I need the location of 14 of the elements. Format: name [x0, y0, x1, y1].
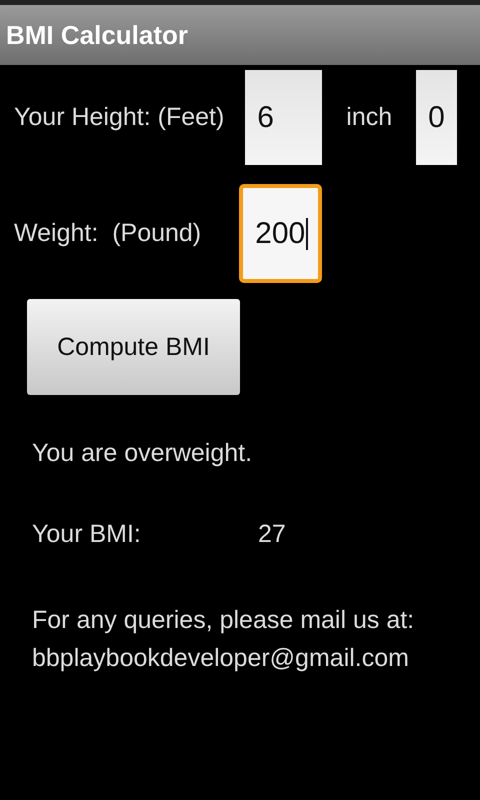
text-cursor-icon	[306, 218, 308, 250]
inch-label: inch	[346, 103, 392, 132]
input-field[interactable]: 200	[239, 184, 322, 283]
input-field[interactable]: 6	[245, 70, 322, 165]
bmi-label: Your BMI:	[32, 520, 142, 549]
weight-label: Weight: (Pound)	[14, 219, 202, 248]
email-text: bbplaybookdeveloper@gmail.com	[32, 643, 410, 674]
contact-text: For any queries, please mail us at:	[32, 605, 416, 636]
height-label: Your Height: (Feet)	[14, 103, 224, 132]
result-text: You are overweight.	[32, 439, 254, 468]
window-title: BMI Calculator	[6, 20, 188, 50]
bmi-value: 27	[258, 520, 286, 549]
compute-bmi-button[interactable]: Compute BMI	[27, 299, 240, 395]
input-field[interactable]: 0	[416, 70, 458, 165]
